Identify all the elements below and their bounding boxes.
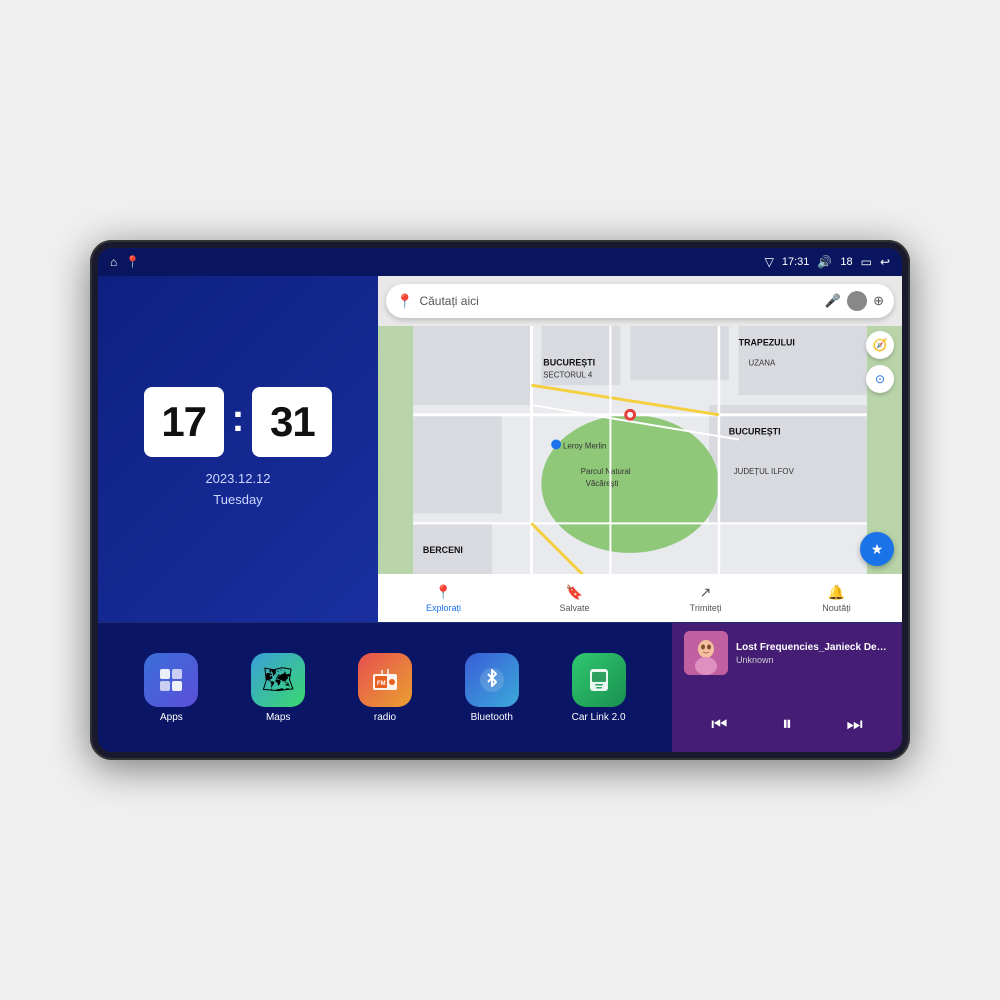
back-icon[interactable]: ↩ [880,255,890,269]
app-item-bluetooth[interactable]: Bluetooth [465,653,519,723]
svg-text:BUCUREȘTI: BUCUREȘTI [729,427,781,437]
maps-icon: 🗺 [251,653,305,707]
app-item-radio[interactable]: FM radio [358,653,412,723]
clock-date: 2023.12.12 Tuesday [205,469,270,511]
bluetooth-label: Bluetooth [471,712,513,723]
status-time: 17:31 [782,256,810,268]
music-prev-button[interactable]: ⏮ [707,710,731,739]
music-thumbnail [684,631,728,675]
apps-label: Apps [160,712,183,723]
compass-button[interactable]: 🧭 [866,331,894,359]
share-icon: ↗ [700,584,712,601]
share-label: Trimiteți [690,603,722,613]
clock-display: 17 : 31 [144,387,333,457]
location-pin-icon[interactable]: 📍 [125,255,140,269]
top-row: 17 : 31 2023.12.12 Tuesday 📍 Căutați aic… [98,276,902,622]
music-title: Lost Frequencies_Janieck Devy-... [736,642,890,653]
profile-icon[interactable] [847,291,867,311]
battery-icon: ▭ [861,255,872,269]
app-item-apps[interactable]: Apps [144,653,198,723]
carlink-icon-svg [584,665,614,695]
clock-panel: 17 : 31 2023.12.12 Tuesday [98,276,378,622]
music-top: Lost Frequencies_Janieck Devy-... Unknow… [684,631,890,675]
device-frame: ⌂ 📍 ▽ 17:31 🔊 18 ▭ ↩ 17 : [90,240,910,760]
layers-icon[interactable]: ⊕ [873,293,884,309]
apps-icon-svg [157,666,185,694]
svg-text:UZANA: UZANA [749,358,776,367]
map-nav-share[interactable]: ↗ Trimiteți [640,584,771,613]
map-nav-saved[interactable]: 🔖 Salvate [509,584,640,613]
saved-label: Salvate [559,603,589,613]
maps-label: Maps [266,712,290,723]
svg-text:Văcărești: Văcărești [586,479,619,488]
volume-icon: 🔊 [817,255,832,269]
radio-icon: FM [358,653,412,707]
home-icon[interactable]: ⌂ [110,255,117,269]
bluetooth-icon-svg [478,666,506,694]
radio-label: radio [374,712,396,723]
music-play-button[interactable]: ⏸ [778,709,796,740]
status-bar: ⌂ 📍 ▽ 17:31 🔊 18 ▭ ↩ [98,248,902,276]
map-bottom-nav: 📍 Explorați 🔖 Salvate ↗ Trimiteți 🔔 [378,574,902,622]
svg-text:FM: FM [377,681,386,687]
main-content: 17 : 31 2023.12.12 Tuesday 📍 Căutați aic… [98,276,902,752]
map-nav-explore[interactable]: 📍 Explorați [378,584,509,613]
radio-icon-svg: FM [369,664,401,696]
news-icon: 🔔 [828,584,845,601]
news-label: Noutăți [822,603,851,613]
svg-text:Parcul Natural: Parcul Natural [581,467,631,476]
status-right: ▽ 17:31 🔊 18 ▭ ↩ [765,255,890,269]
signal-icon: ▽ [765,255,774,269]
clock-date-value: 2023.12.12 [205,469,270,490]
map-search-text[interactable]: Căutați aici [419,294,818,308]
clock-colon: : [232,398,245,441]
music-player: Lost Frequencies_Janieck Devy-... Unknow… [672,623,902,752]
explore-label: Explorați [426,603,461,613]
music-next-button[interactable]: ⏭ [843,710,867,739]
svg-text:Leroy Merlin: Leroy Merlin [563,441,606,450]
volume-level: 18 [840,256,852,268]
google-maps-icon: 📍 [396,293,413,310]
navigate-fab[interactable]: ★ [860,532,894,566]
svg-text:JUDEȚUL ILFOV: JUDEȚUL ILFOV [734,467,795,476]
svg-text:BERCENI: BERCENI [423,545,463,555]
music-artist: Unknown [736,655,890,665]
svg-text:BUCUREȘTI: BUCUREȘTI [543,357,595,367]
map-search-bar[interactable]: 📍 Căutați aici 🎤 ⊕ [386,284,894,318]
carlink-icon [572,653,626,707]
map-nav-news[interactable]: 🔔 Noutăți [771,584,902,613]
status-left: ⌂ 📍 [110,255,140,269]
clock-minutes: 31 [252,387,332,457]
map-panel[interactable]: 📍 Căutați aici 🎤 ⊕ 🧭 ⊙ [378,276,902,622]
apps-dock: Apps 🗺 Maps FM [98,623,672,752]
svg-text:TRAPEZULUI: TRAPEZULUI [739,338,795,348]
carlink-label: Car Link 2.0 [572,712,626,723]
clock-hours: 17 [144,387,224,457]
apps-icon [144,653,198,707]
app-item-maps[interactable]: 🗺 Maps [251,653,305,723]
music-controls: ⏮ ⏸ ⏭ [684,705,890,744]
app-item-carlink[interactable]: Car Link 2.0 [572,653,626,723]
bluetooth-icon [465,653,519,707]
saved-icon: 🔖 [566,584,583,601]
svg-text:SECTORUL 4: SECTORUL 4 [543,370,593,379]
bottom-row: Apps 🗺 Maps FM [98,622,902,752]
map-controls: 🧭 ⊙ [866,331,894,393]
voice-search-icon[interactable]: 🎤 [825,293,841,309]
device-screen: ⌂ 📍 ▽ 17:31 🔊 18 ▭ ↩ 17 : [98,248,902,752]
music-thumb-svg [684,631,728,675]
explore-icon: 📍 [435,584,452,601]
clock-day-value: Tuesday [205,490,270,511]
music-info: Lost Frequencies_Janieck Devy-... Unknow… [736,642,890,665]
location-button[interactable]: ⊙ [866,365,894,393]
